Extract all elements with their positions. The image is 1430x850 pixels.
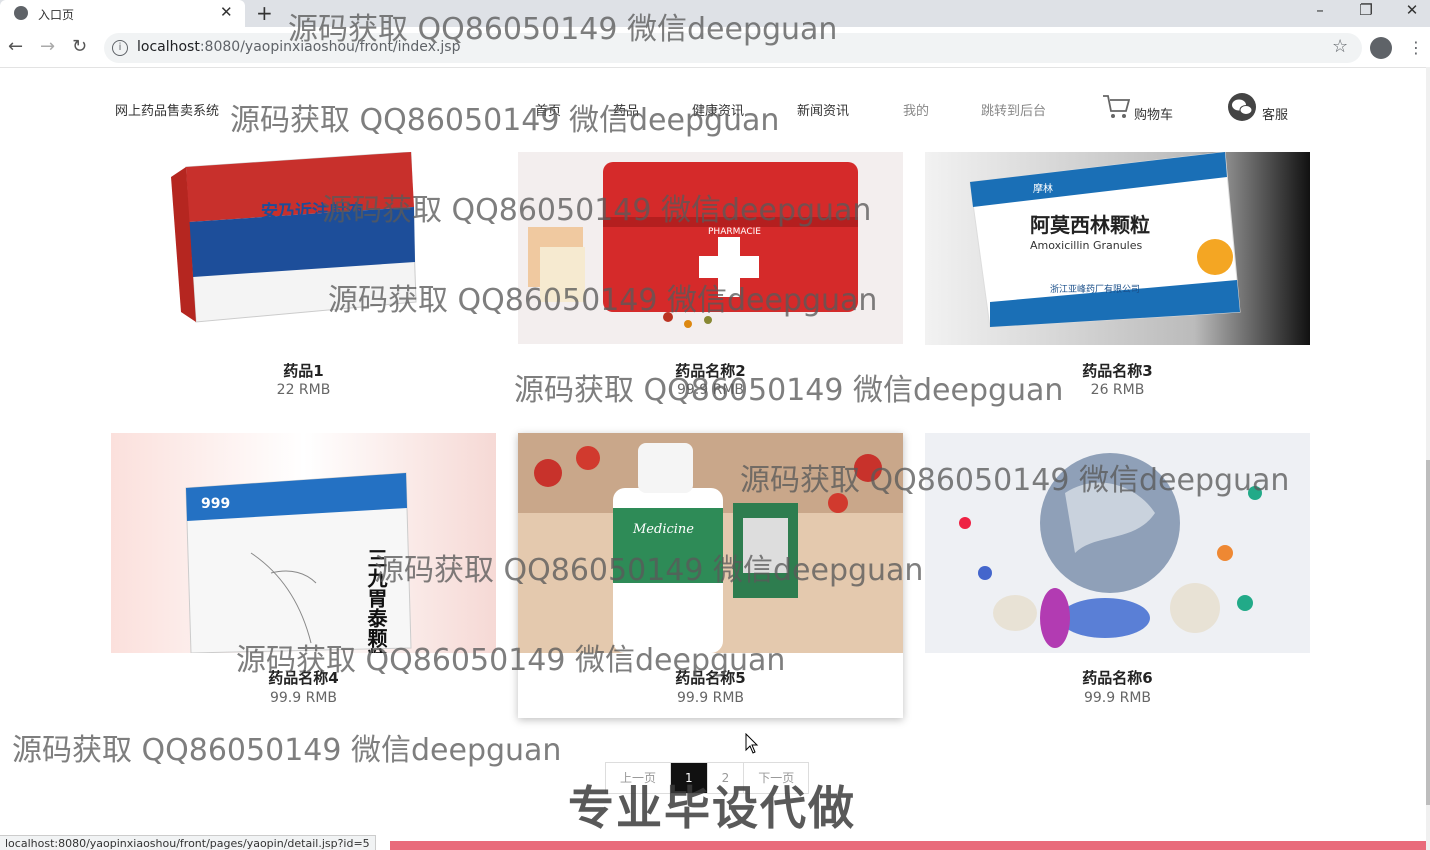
box-subtitle: Amoxicillin Granules — [1030, 239, 1142, 252]
cart-icon[interactable] — [1102, 94, 1130, 120]
browser-menu-icon[interactable]: ⋮ — [1408, 38, 1424, 57]
box-maker: 浙江亚峰药厂有限公司 — [1050, 283, 1140, 295]
minimize-icon[interactable]: – — [1305, 1, 1335, 19]
globe-icon — [14, 6, 28, 20]
product-price: 99.9 RMB — [1083, 690, 1152, 706]
nav-backend[interactable]: 跳转到后台 — [981, 100, 1046, 119]
back-arrow-icon[interactable]: ← — [8, 36, 23, 57]
new-tab-icon[interactable]: + — [256, 1, 273, 25]
status-url: localhost:8080/yaopinxiaoshou/front/page… — [0, 835, 376, 850]
nav-service-label[interactable]: 客服 — [1262, 104, 1288, 123]
watermark: 源码获取 QQ86050149 微信deepguan — [740, 463, 1290, 498]
watermark: 源码获取 QQ86050149 微信deepguan — [374, 553, 924, 588]
bottle-label: Medicine — [632, 522, 694, 537]
profile-avatar-icon[interactable] — [1370, 37, 1392, 59]
url-host: localhost — [137, 39, 200, 55]
tab-close-icon[interactable]: ✕ — [220, 3, 233, 21]
product-price: 99.9 RMB — [269, 690, 338, 706]
window-close-icon[interactable]: ✕ — [1397, 1, 1427, 19]
product-name[interactable]: 药品名称6 — [925, 667, 1310, 688]
tab-title: 入口页 — [38, 8, 75, 22]
watermark: 源码获取 QQ86050149 微信deepguan — [12, 733, 562, 768]
box-title: 阿莫西林颗粒 — [1030, 213, 1150, 237]
watermark: 源码获取 QQ86050149 微信deepguan — [288, 12, 838, 47]
bookmark-star-icon[interactable]: ☆ — [1332, 36, 1348, 57]
reload-icon[interactable]: ↻ — [72, 36, 87, 57]
nav-news[interactable]: 新闻资讯 — [797, 100, 849, 119]
watermark: 源码获取 QQ86050149 微信deepguan — [236, 643, 786, 678]
info-icon[interactable]: i — [112, 40, 128, 56]
nav-mine[interactable]: 我的 — [903, 100, 929, 119]
watermark: 源码获取 QQ86050149 微信deepguan — [322, 193, 872, 228]
product-price: 99.9 RMB — [676, 690, 745, 706]
site-brand[interactable]: 网上药品售卖系统 — [115, 100, 219, 119]
box-brand: 摩林 — [1033, 182, 1053, 195]
product-image: 999 三九胃泰颗粒 — [111, 433, 496, 653]
product-name[interactable]: 药品1 — [111, 360, 496, 381]
product-image: 摩林 阿莫西林颗粒 Amoxicillin Granules 浙江亚峰药厂有限公… — [925, 152, 1310, 345]
footer-accent-bar — [390, 841, 1426, 850]
watermark: 源码获取 QQ86050149 微信deepguan — [328, 283, 878, 318]
scrollbar-thumb[interactable] — [1426, 460, 1430, 805]
mouse-cursor-icon — [745, 733, 759, 754]
box-brand: 999 — [201, 496, 230, 512]
watermark-big: 专业毕设代做 — [568, 781, 856, 835]
forward-arrow-icon[interactable]: → — [40, 36, 55, 57]
restore-icon[interactable]: ❐ — [1351, 1, 1381, 19]
watermark: 源码获取 QQ86050149 微信deepguan — [514, 373, 1064, 408]
watermark: 源码获取 QQ86050149 微信deepguan — [230, 103, 780, 138]
browser-tab[interactable] — [0, 0, 245, 27]
wechat-icon[interactable] — [1226, 92, 1258, 122]
product-price: 22 RMB — [276, 382, 331, 398]
nav-cart-label[interactable]: 购物车 — [1134, 104, 1173, 123]
